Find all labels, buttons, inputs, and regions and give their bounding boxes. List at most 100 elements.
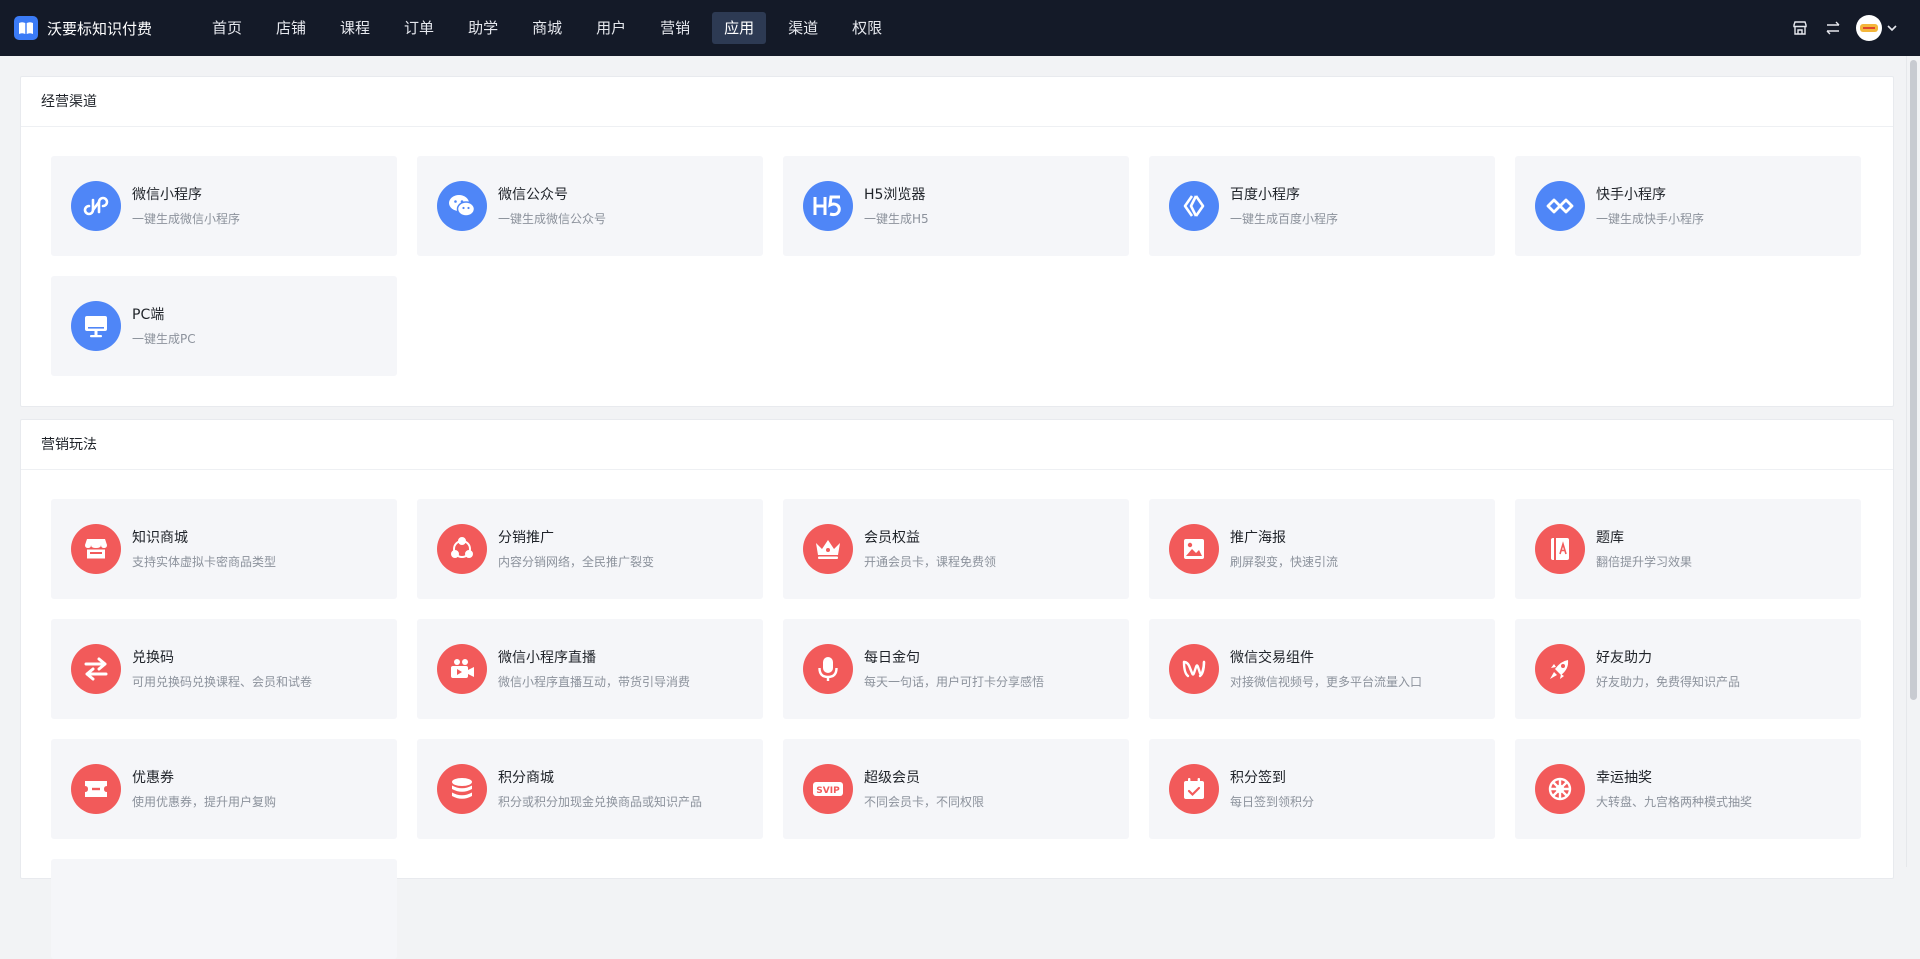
channel-card-baidu[interactable]: 百度小程序 一键生成百度小程序 bbox=[1149, 156, 1495, 256]
channel-card-kuaishou[interactable]: 快手小程序 一键生成快手小程序 bbox=[1515, 156, 1861, 256]
card-desc: 不同会员卡，不同权限 bbox=[864, 794, 985, 809]
card-title: 推广海报 bbox=[1230, 529, 1286, 546]
marketing-card-knowledge-mall[interactable]: 知识商城 支持实体虚拟卡密商品类型 bbox=[51, 499, 397, 599]
channel-card-wechat-mini[interactable]: 微信小程序 一键生成微信小程序 bbox=[51, 156, 397, 256]
baidu-icon bbox=[1169, 181, 1219, 231]
marketing-card-question-bank[interactable]: 题库 翻倍提升学习效果 bbox=[1515, 499, 1861, 599]
wechat-icon bbox=[437, 181, 487, 231]
channel-card-pc[interactable]: PC端 一键生成PC bbox=[51, 276, 397, 376]
marketing-card-friend-help[interactable]: 好友助力 好友助力，免费得知识产品 bbox=[1515, 619, 1861, 719]
card-title: 兑换码 bbox=[132, 649, 174, 666]
microphone-icon bbox=[803, 644, 853, 694]
card-desc: 可用兑换码兑换课程、会员和试卷 bbox=[132, 674, 313, 689]
card-desc: 一键生成微信公众号 bbox=[498, 211, 607, 226]
card-title: 快手小程序 bbox=[1596, 186, 1666, 203]
exchange-icon bbox=[71, 644, 121, 694]
top-navigation-bar: 沃要标知识付费 首页 店铺 课程 订单 助学 商城 用户 营销 应用 渠道 权限 bbox=[0, 0, 1920, 56]
channel-card-wechat-official[interactable]: 微信公众号 一键生成微信公众号 bbox=[417, 156, 763, 256]
card-desc: 每日签到领积分 bbox=[1230, 794, 1315, 809]
marketing-card-points-checkin[interactable]: 积分签到 每日签到领积分 bbox=[1149, 739, 1495, 839]
channels-icon bbox=[1169, 644, 1219, 694]
nav-item-apps[interactable]: 应用 bbox=[712, 12, 767, 44]
card-desc: 开通会员卡，课程免费领 bbox=[864, 554, 997, 569]
card-desc: 一键生成微信小程序 bbox=[132, 211, 241, 226]
card-desc: 一键生成PC bbox=[132, 331, 196, 346]
brand-name: 沃要标知识付费 bbox=[47, 19, 153, 38]
card-desc: 大转盘、九宫格两种模式抽奖 bbox=[1596, 794, 1753, 809]
marketing-card-live[interactable]: 微信小程序直播 微信小程序直播互动，带货引导消费 bbox=[417, 619, 763, 719]
mini-program-icon bbox=[71, 181, 121, 231]
marketing-card-wechat-trade[interactable]: 微信交易组件 对接微信视频号，更多平台流量入口 bbox=[1149, 619, 1495, 719]
nav-item-marketing[interactable]: 营销 bbox=[648, 12, 702, 44]
card-title: 微信交易组件 bbox=[1230, 649, 1314, 666]
avatar[interactable] bbox=[1856, 15, 1882, 41]
channels-panel-title: 经营渠道 bbox=[21, 77, 1893, 127]
marketing-card-poster[interactable]: 推广海报 刷屏裂变，快速引流 bbox=[1149, 499, 1495, 599]
card-title: 幸运抽奖 bbox=[1596, 769, 1652, 786]
channel-card-h5[interactable]: H5浏览器 一键生成H5 bbox=[783, 156, 1129, 256]
page-scrollbar[interactable] bbox=[1906, 56, 1920, 867]
marketing-card-redeem-code[interactable]: 兑换码 可用兑换码兑换课程、会员和试卷 bbox=[51, 619, 397, 719]
marketing-card-distribution[interactable]: 分销推广 内容分销网络，全民推广裂变 bbox=[417, 499, 763, 599]
card-title: 每日金句 bbox=[864, 649, 920, 666]
card-desc: 支持实体虚拟卡密商品类型 bbox=[132, 554, 277, 569]
marketing-grid: 知识商城 支持实体虚拟卡密商品类型 分销推广 内容分销网络，全民推广裂变 会员权… bbox=[21, 470, 1893, 959]
shop-icon bbox=[71, 524, 121, 574]
card-desc: 微信小程序直播互动，带货引导消费 bbox=[498, 674, 691, 689]
marketing-card-partial[interactable] bbox=[51, 859, 397, 959]
nav-item-orders[interactable]: 订单 bbox=[392, 12, 446, 44]
svip-icon: SVIP bbox=[803, 764, 853, 814]
store-icon[interactable] bbox=[1790, 18, 1810, 38]
card-title: H5浏览器 bbox=[864, 186, 926, 203]
nav-item-study[interactable]: 助学 bbox=[456, 12, 510, 44]
nav-item-permissions[interactable]: 权限 bbox=[840, 12, 894, 44]
main-nav: 首页 店铺 课程 订单 助学 商城 用户 营销 应用 渠道 权限 bbox=[200, 12, 904, 44]
card-title: 好友助力 bbox=[1596, 649, 1652, 666]
nav-item-home[interactable]: 首页 bbox=[200, 12, 254, 44]
h5-icon bbox=[803, 181, 853, 231]
topbar-actions bbox=[1777, 0, 1900, 56]
nav-item-users[interactable]: 用户 bbox=[584, 12, 638, 44]
card-desc: 每天一句话，用户可打卡分享感悟 bbox=[864, 674, 1045, 689]
question-bank-icon bbox=[1535, 524, 1585, 574]
nav-item-mall[interactable]: 商城 bbox=[520, 12, 574, 44]
crown-icon bbox=[803, 524, 853, 574]
marketing-card-super-member[interactable]: SVIP 超级会员 不同会员卡，不同权限 bbox=[783, 739, 1129, 839]
card-title: 积分签到 bbox=[1230, 769, 1286, 786]
marketing-card-points-mall[interactable]: 积分商城 积分或积分加现金兑换商品或知识产品 bbox=[417, 739, 763, 839]
card-desc: 翻倍提升学习效果 bbox=[1596, 554, 1693, 569]
book-logo-icon bbox=[14, 16, 38, 40]
live-video-icon bbox=[437, 644, 487, 694]
card-title: 微信小程序 bbox=[132, 186, 202, 203]
nav-item-courses[interactable]: 课程 bbox=[328, 12, 382, 44]
switch-icon[interactable] bbox=[1823, 18, 1843, 38]
marketing-card-daily-quote[interactable]: 每日金句 每天一句话，用户可打卡分享感悟 bbox=[783, 619, 1129, 719]
lottery-wheel-icon bbox=[1535, 764, 1585, 814]
chevron-down-icon[interactable] bbox=[1886, 21, 1900, 35]
nav-item-store[interactable]: 店铺 bbox=[264, 12, 318, 44]
card-desc: 内容分销网络，全民推广裂变 bbox=[498, 554, 655, 569]
marketing-panel-title: 营销玩法 bbox=[21, 420, 1893, 470]
card-desc: 好友助力，免费得知识产品 bbox=[1596, 674, 1741, 689]
svg-text:SVIP: SVIP bbox=[816, 786, 840, 796]
card-desc: 一键生成百度小程序 bbox=[1230, 211, 1339, 226]
card-desc: 积分或积分加现金兑换商品或知识产品 bbox=[498, 794, 703, 809]
card-title: 百度小程序 bbox=[1230, 186, 1300, 203]
card-desc: 使用优惠券，提升用户复购 bbox=[132, 794, 277, 809]
monitor-icon bbox=[71, 301, 121, 351]
marketing-panel: 营销玩法 知识商城 支持实体虚拟卡密商品类型 分销推广 内容分销网络，全民推广裂… bbox=[20, 419, 1894, 959]
coins-icon bbox=[437, 764, 487, 814]
nav-item-channels[interactable]: 渠道 bbox=[776, 12, 830, 44]
marketing-card-coupon[interactable]: 优惠券 使用优惠券，提升用户复购 bbox=[51, 739, 397, 839]
card-desc: 对接微信视频号，更多平台流量入口 bbox=[1230, 674, 1423, 689]
brand[interactable]: 沃要标知识付费 bbox=[14, 16, 196, 40]
kuaishou-icon bbox=[1535, 181, 1585, 231]
card-title: 题库 bbox=[1596, 529, 1624, 546]
scrollbar-thumb[interactable] bbox=[1910, 60, 1917, 700]
marketing-card-member-benefits[interactable]: 会员权益 开通会员卡，课程免费领 bbox=[783, 499, 1129, 599]
rocket-icon bbox=[1535, 644, 1585, 694]
card-title: 微信公众号 bbox=[498, 186, 568, 203]
marketing-card-lucky-draw[interactable]: 幸运抽奖 大转盘、九宫格两种模式抽奖 bbox=[1515, 739, 1861, 839]
share-network-icon bbox=[437, 524, 487, 574]
coupon-icon bbox=[71, 764, 121, 814]
